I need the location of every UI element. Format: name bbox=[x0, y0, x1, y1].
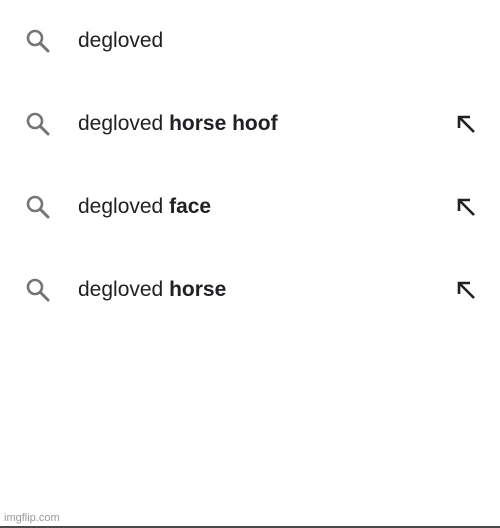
suggestion-prefix: degloved bbox=[78, 278, 170, 301]
suggestion-text: degloved face bbox=[78, 177, 211, 237]
suggestion-item[interactable]: degloved face bbox=[0, 177, 500, 237]
suggestion-text: degloved horse hoof bbox=[78, 94, 278, 154]
suggestion-prefix: degloved bbox=[78, 112, 170, 135]
fill-query-arrow-icon[interactable] bbox=[455, 279, 477, 301]
suggestion-text: degloved horse bbox=[78, 260, 226, 320]
search-icon bbox=[26, 195, 50, 219]
suggestion-completion: horse bbox=[169, 278, 227, 301]
suggestion-prefix: degloved bbox=[78, 29, 164, 52]
suggestion-completion: horse hoof bbox=[169, 112, 278, 135]
search-icon bbox=[26, 278, 50, 302]
suggestion-item[interactable]: degloved bbox=[0, 11, 500, 71]
suggestion-prefix: degloved bbox=[78, 195, 170, 218]
search-icon bbox=[26, 29, 50, 53]
fill-query-arrow-icon[interactable] bbox=[455, 113, 477, 135]
suggestion-completion: face bbox=[169, 195, 212, 218]
suggestion-item[interactable]: degloved horse hoof bbox=[0, 94, 500, 154]
search-icon bbox=[26, 112, 50, 136]
watermark: imgflip.com bbox=[4, 512, 60, 524]
fill-query-arrow-icon[interactable] bbox=[455, 196, 477, 218]
suggestion-item[interactable]: degloved horse bbox=[0, 260, 500, 320]
suggestion-text: degloved bbox=[78, 11, 163, 71]
